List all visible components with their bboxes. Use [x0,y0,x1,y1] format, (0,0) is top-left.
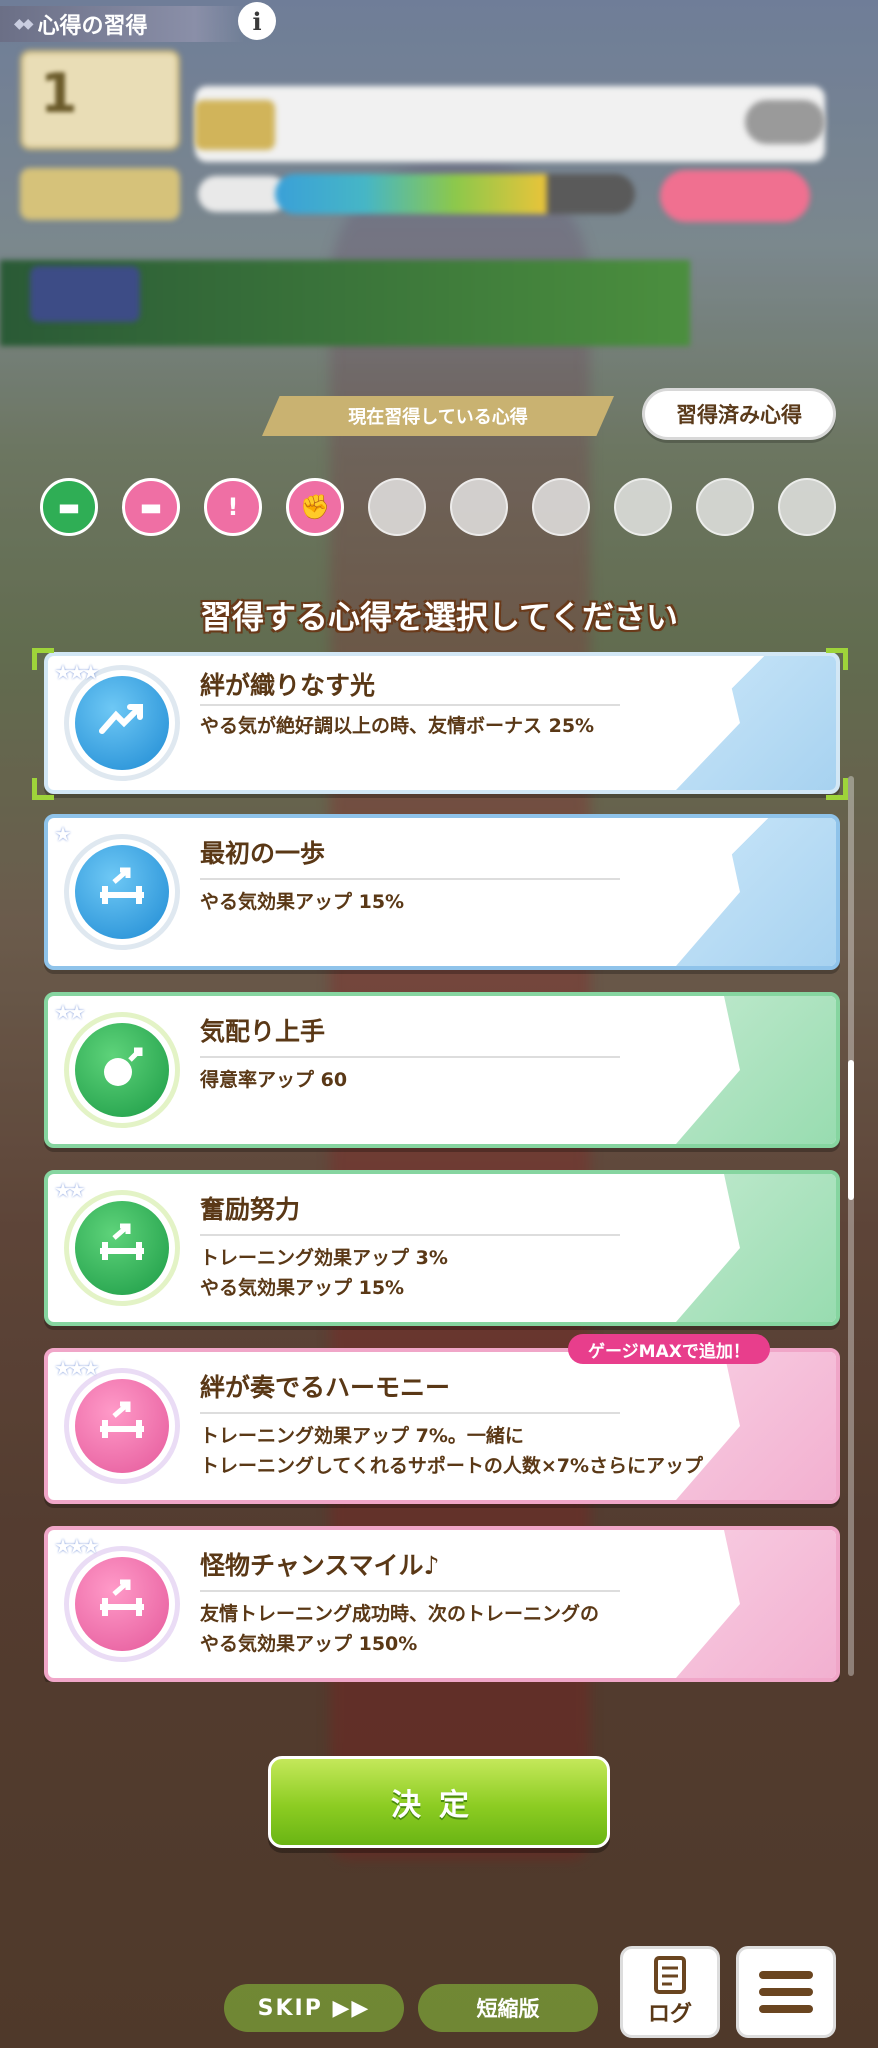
skill-title: 最初の一歩 [200,839,326,868]
dumbbell-up-icon [64,834,180,950]
alert-icon[interactable]: ! [204,478,262,536]
rest-button [660,170,810,222]
dumbbell-up-icon [64,1368,180,1484]
log-button[interactable]: ログ [620,1946,720,2038]
short-version-button[interactable]: 短縮版 [418,1984,598,2032]
skill-desc: やる気効果アップ 15% [200,891,405,913]
skill-card[interactable]: ★★ 気配り上手 得意率アップ 60 [44,992,840,1148]
selection-corner [32,778,54,800]
skill-title: 奮励努力 [200,1195,301,1224]
log-icon [654,1956,686,1994]
dumbbell-up-icon [64,1546,180,1662]
divider [200,1412,620,1414]
card-stripe [676,996,836,1144]
motivation-pill-icon[interactable]: ▬ [40,478,98,536]
selection-corner [826,778,848,800]
skill-card[interactable]: ★ 最初の一歩 やる気効果アップ 15% [44,814,840,970]
empty-slot [614,478,672,536]
stars-icon: ★★ [54,1000,86,1024]
diamond-decor-icon: ◆◆ [14,16,33,32]
selection-corner [32,648,54,670]
menu-button[interactable] [736,1946,836,2038]
skill-list[interactable]: ★★★ 絆が織りなす光 やる気が絶好調以上の時、友情ボーナス 25% ★ 最初の… [0,648,878,1682]
divider [200,1056,620,1058]
stars-icon: ★★★ [54,660,100,684]
skill-desc: やる気効果アップ 150% [200,1633,418,1655]
skill-desc: トレーニング効果アップ 7%。一緒に [200,1425,524,1447]
gauge-max-badge: ゲージMAXで追加！ [568,1334,770,1364]
skill-card[interactable]: ★★★ 絆が奏でるハーモニー トレーニング効果アップ 7%。一緒に トレーニング… [44,1348,840,1504]
skill-card[interactable]: ★★ 奮励努力 トレーニング効果アップ 3% やる気効果アップ 15% [44,1170,840,1326]
skill-card[interactable]: ★★★ 怪物チャンスマイル♪ 友情トレーニング成功時、次のトレーニングの やる気… [44,1526,840,1682]
card-stripe [676,656,836,790]
hamburger-icon [759,1971,813,2013]
goal-box [195,86,825,162]
dumbbell-up-icon [64,1190,180,1306]
selection-prompt: 習得する心得を選択してください [199,598,679,636]
turn-number: 1 [40,62,78,125]
learned-skills-button[interactable]: 習得済み心得 [642,388,836,440]
divider [200,1234,620,1236]
smile-up-icon [64,1012,180,1128]
status-button [20,168,180,220]
banner-logo [30,266,140,322]
skill-card[interactable]: ★★★ 絆が織りなす光 やる気が絶好調以上の時、友情ボーナス 25% [44,652,840,794]
stars-icon: ★★★ [54,1534,100,1558]
energy-bar [275,174,635,214]
info-button[interactable]: i [238,2,276,40]
divider [200,878,620,880]
page-title: 心得の習得 [37,14,148,39]
empty-slot [696,478,754,536]
goal-tag [195,100,275,150]
goal-detail-pill [745,100,825,144]
skill-title: 絆が奏でるハーモニー [200,1373,451,1402]
skill-desc: トレーニング効果アップ 3% [200,1247,448,1269]
stars-icon: ★ [54,822,72,846]
skill-desc: 友情トレーニング成功時、次のトレーニングの [200,1603,600,1625]
skill-desc: やる気が絶好調以上の時、友情ボーナス 25% [200,715,595,737]
skill-desc: 得意率アップ 60 [200,1069,348,1091]
empty-slot [368,478,426,536]
handshake-icon[interactable]: ✊ [286,478,344,536]
card-stripe [676,1530,836,1678]
selection-corner [826,648,848,670]
scrollbar-track[interactable] [848,776,854,1676]
header-bar: ◆◆ 心得の習得 [0,6,244,42]
skill-title: 絆が織りなす光 [200,671,376,700]
current-skills-tag: 現在習得している心得 [262,396,614,436]
scrollbar-thumb[interactable] [848,1060,854,1200]
decide-button[interactable]: 決定 [268,1756,610,1848]
stars-icon: ★★ [54,1178,86,1202]
empty-slot [532,478,590,536]
skill-desc: やる気効果アップ 15% [200,1277,405,1299]
card-stripe [676,1174,836,1322]
divider [200,1590,620,1592]
skip-button[interactable]: SKIP ▶▶ [224,1984,404,2032]
empty-slot [778,478,836,536]
energy-pill-icon[interactable]: ▬ [122,478,180,536]
log-label: ログ [647,2002,692,2027]
skill-desc: トレーニングしてくれるサポートの人数×7%さらにアップ [200,1455,704,1477]
divider [200,704,620,706]
skill-title: 怪物チャンスマイル♪ [200,1551,440,1580]
empty-slot [450,478,508,536]
card-stripe [676,818,836,966]
skill-title: 気配り上手 [200,1017,326,1046]
stars-icon: ★★★ [54,1356,100,1380]
